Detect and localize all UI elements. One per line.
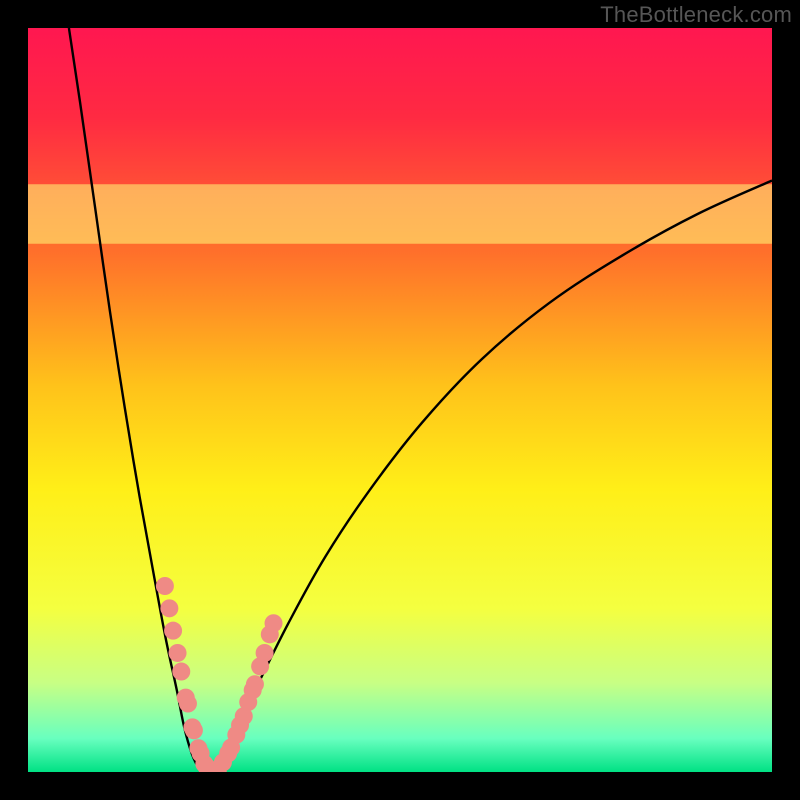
data-marker (185, 721, 203, 739)
data-marker (179, 695, 197, 713)
chart-frame (28, 28, 772, 772)
bottleneck-chart (28, 28, 772, 772)
data-marker (256, 644, 274, 662)
data-marker (265, 614, 283, 632)
data-marker (164, 622, 182, 640)
data-marker (246, 675, 264, 693)
gradient-background (28, 28, 772, 772)
data-marker (160, 599, 178, 617)
data-marker (169, 644, 187, 662)
data-marker (172, 663, 190, 681)
data-marker (156, 577, 174, 595)
watermark-text: TheBottleneck.com (600, 2, 792, 28)
